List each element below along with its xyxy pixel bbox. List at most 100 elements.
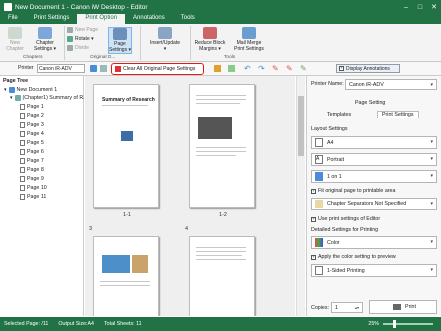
mail-merge-button[interactable]: Mail Merge Print Settings — [230, 27, 268, 52]
chapter-settings-button[interactable]: Chapter Settings ▾ — [30, 27, 60, 52]
chapter-separators-select[interactable]: Chapter Separators Not Specified ▾ — [311, 198, 437, 210]
tree-page[interactable]: Page 2 — [20, 113, 44, 119]
printer-select[interactable]: Canon iR-ADV — [37, 64, 85, 73]
page-thumbnail[interactable] — [189, 84, 255, 208]
page-label: 1-2 — [219, 212, 227, 218]
clear-original-page-settings-button[interactable]: Clear All Original Page Settings — [111, 63, 204, 75]
copies-stepper[interactable]: 1 ▴▾ — [331, 302, 363, 313]
tree-page[interactable]: Page 4 — [20, 131, 44, 137]
edit-icon[interactable] — [214, 65, 221, 72]
page-icon — [20, 149, 25, 155]
annotation-tool-icon[interactable]: ✎ — [286, 64, 293, 73]
tree-chapter[interactable]: ▾ (Chapter1) Summary of R... — [10, 95, 88, 101]
tab-print-settings-panel[interactable]: Print Settings — [377, 111, 419, 118]
insert-update-button[interactable]: Insert/Update ▾ — [145, 27, 185, 52]
new-chapter-icon — [8, 27, 22, 39]
zoom-slider[interactable] — [383, 320, 433, 328]
tab-file[interactable]: File — [0, 14, 26, 24]
page-number: 4 — [185, 226, 189, 232]
stepper-icon: ▴▾ — [354, 305, 359, 310]
close-button[interactable]: ✕ — [427, 3, 441, 11]
chevron-down-icon: ▾ — [430, 239, 433, 245]
zoom-slider-thumb[interactable] — [393, 320, 396, 328]
page-icon — [20, 113, 25, 119]
chevron-down-icon: ▾ — [430, 139, 433, 145]
fit-original-checkbox[interactable]: Fit original page to printable area — [311, 188, 395, 194]
use-print-settings-checkbox[interactable]: Use print settings of Editor — [311, 216, 380, 222]
color-select[interactable]: Color ▾ — [311, 236, 437, 249]
undo-icon[interactable]: ↶ — [244, 64, 251, 73]
text-line — [196, 99, 246, 100]
new-chapter-button[interactable]: New Chapter — [4, 27, 26, 52]
tree-page[interactable]: Page 6 — [20, 149, 44, 155]
apply-color-checkbox[interactable]: Apply the color setting to preview — [311, 254, 396, 260]
divide-button[interactable]: Divide — [67, 45, 89, 51]
photo-image — [102, 255, 130, 273]
tab-tools[interactable]: Tools — [173, 14, 203, 24]
separator — [64, 26, 65, 60]
tab-annotations[interactable]: Annotations — [125, 14, 173, 24]
toolbar-icon[interactable] — [90, 65, 97, 72]
tree-page[interactable]: Page 8 — [20, 167, 44, 173]
vertical-scrollbar[interactable] — [296, 76, 305, 316]
page-settings-button[interactable]: Page Settings ▾ — [108, 27, 132, 54]
page-thumbnail[interactable]: Summary of Research — [93, 84, 159, 208]
tree-page[interactable]: Page 1 — [20, 104, 44, 110]
tab-print-option[interactable]: Print Option — [77, 14, 126, 24]
page-icon — [20, 122, 25, 128]
printer-name-label: Printer Name: — [311, 81, 344, 87]
tree-page[interactable]: Page 9 — [20, 176, 44, 182]
layout-settings-label: Layout Settings — [311, 126, 348, 132]
mail-merge-icon — [242, 27, 256, 39]
page-setting-header: Page Setting — [355, 100, 386, 106]
page-icon — [20, 167, 25, 173]
total-sheets-status: Total Sheets: 11 — [104, 321, 142, 327]
minimize-button[interactable]: – — [399, 4, 413, 11]
tree-page[interactable]: Page 5 — [20, 140, 44, 146]
pages-per-sheet-select[interactable]: 1 on 1 ▾ — [311, 170, 437, 183]
printer-name-select[interactable]: Canon iR-ADV ▾ — [345, 79, 437, 90]
text-line — [196, 103, 240, 104]
tree-page[interactable]: Page 7 — [20, 158, 44, 164]
tree-root[interactable]: ▾ New Document 1 — [4, 87, 57, 93]
photo-image — [198, 117, 232, 139]
new-page-button[interactable]: New Page — [67, 27, 98, 33]
window-title: New Document 1 - Canon iW Desktop - Edit… — [15, 3, 148, 11]
orientation-select[interactable]: A Portrait ▾ — [311, 153, 437, 166]
check-icon[interactable] — [228, 65, 235, 72]
page-heading: Summary of Research — [102, 97, 155, 103]
sided-printing-select[interactable]: 1-Sided Printing ▾ — [311, 264, 437, 277]
chevron-down-icon: ▾ — [430, 173, 433, 179]
tree-page[interactable]: Page 10 — [20, 185, 47, 191]
reduce-block-margins-button[interactable]: Reduce Block Margins ▾ — [192, 27, 228, 52]
title-bar: New Document 1 - Canon iW Desktop - Edit… — [0, 0, 441, 14]
print-button[interactable]: Print — [369, 300, 437, 314]
redo-icon[interactable]: ↷ — [258, 64, 265, 73]
annotation-tool-icon[interactable]: ✎ — [300, 64, 307, 73]
tree-page[interactable]: Page 11 — [20, 194, 46, 200]
rotate-button[interactable]: Rotate ▾ — [67, 36, 94, 42]
annotation-tool-icon[interactable]: ✎ — [272, 64, 279, 73]
status-bar: Selected Page: /11 Output Size:A4 Total … — [0, 317, 441, 331]
paper-size-select[interactable]: A4 ▾ — [311, 136, 437, 149]
page-thumbnail[interactable] — [189, 236, 255, 316]
page-icon — [20, 104, 25, 110]
maximize-button[interactable]: □ — [413, 4, 427, 11]
group-tools-label: Tools — [224, 55, 236, 60]
tree-page[interactable]: Page 3 — [20, 122, 44, 128]
text-line — [196, 155, 236, 156]
page-tree-header: Page Tree — [3, 78, 29, 84]
chevron-down-icon: ▾ — [430, 267, 433, 273]
display-annotations-toggle[interactable]: Display Annotations — [336, 64, 400, 73]
output-size-status: Output Size:A4 — [58, 321, 95, 327]
settings-panel: Printer Name: Canon iR-ADV ▾ Page Setting… — [306, 76, 441, 316]
tab-print-settings[interactable]: Print Settings — [26, 14, 78, 24]
tab-templates[interactable]: Templates — [327, 112, 351, 118]
page-thumbnail[interactable] — [93, 236, 159, 316]
chevron-down-icon: ▾ — [430, 201, 433, 207]
page-preview-area[interactable]: Summary of Research 1-1 1-2 3 4 — [85, 76, 295, 316]
toolbar-icon[interactable] — [100, 65, 107, 72]
printer-icon — [393, 304, 402, 310]
text-line — [196, 255, 242, 256]
scroll-thumb[interactable] — [298, 96, 304, 156]
